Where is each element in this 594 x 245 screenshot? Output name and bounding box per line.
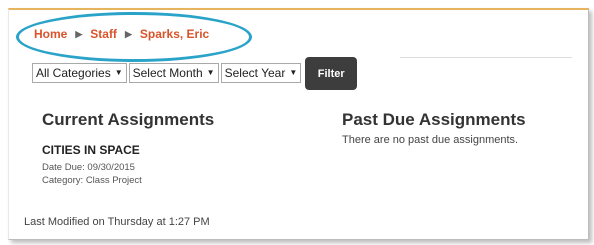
past-due-empty-message: There are no past due assignments. [342, 134, 519, 146]
divider [400, 57, 572, 58]
breadcrumb: Home ▶ Staff ▶ Sparks, Eric [34, 27, 209, 41]
chevron-right-icon: ▶ [124, 28, 132, 39]
last-modified-text: Last Modified on Thursday at 1:27 PM [24, 216, 210, 228]
month-select-value: Select Month [132, 65, 203, 80]
assignment-title-link[interactable]: CITIES IN SPACE [42, 143, 140, 157]
year-select-value: Select Year [224, 65, 286, 80]
breadcrumb-home[interactable]: Home [34, 27, 67, 41]
breadcrumb-staff[interactable]: Staff [90, 27, 117, 41]
current-assignments-heading: Current Assignments [42, 110, 215, 129]
filter-bar: All Categories ▼ Select Month ▼ Select Y… [32, 55, 358, 90]
chevron-right-icon: ▶ [75, 28, 83, 39]
category-select-value: All Categories [36, 65, 111, 80]
month-select[interactable]: Select Month ▼ [128, 62, 219, 83]
year-select[interactable]: Select Year ▼ [220, 62, 302, 83]
past-due-heading: Past Due Assignments [342, 110, 526, 129]
assignment-due-date: Date Due: 09/30/2015 [42, 162, 135, 173]
chevron-down-icon: ▼ [114, 68, 123, 77]
breadcrumb-current[interactable]: Sparks, Eric [140, 27, 209, 41]
chevron-down-icon: ▼ [289, 68, 298, 77]
category-select[interactable]: All Categories ▼ [32, 62, 127, 83]
chevron-down-icon: ▼ [206, 68, 215, 77]
assignment-category: Category: Class Project [42, 175, 142, 186]
filter-button[interactable]: Filter [305, 57, 358, 90]
